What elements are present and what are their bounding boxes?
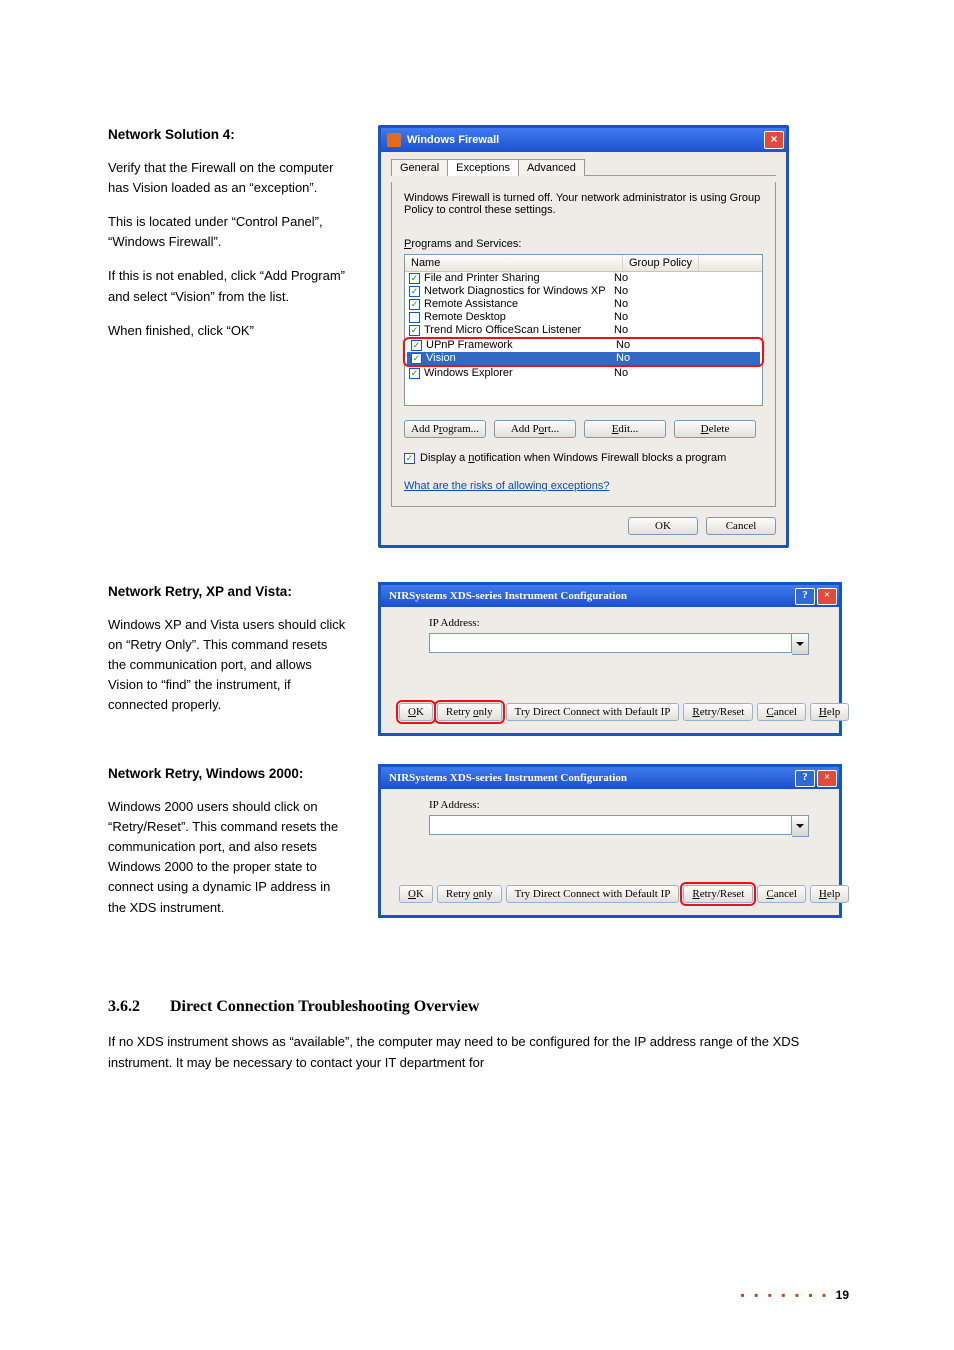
dialog-title: NIRSystems XDS-series Instrument Configu… bbox=[389, 590, 627, 602]
close-icon[interactable]: × bbox=[764, 131, 784, 149]
ip-address-input[interactable] bbox=[429, 815, 792, 835]
edit-button[interactable]: Edit... bbox=[584, 420, 666, 438]
checkbox-icon[interactable] bbox=[409, 312, 420, 323]
nir-config-dialog: NIRSystems XDS-series Instrument Configu… bbox=[378, 582, 842, 736]
para: When finished, click “OK” bbox=[108, 321, 348, 341]
risks-link[interactable]: What are the risks of allowing exception… bbox=[404, 480, 763, 492]
windows-firewall-dialog: Windows Firewall × General Exceptions Ad… bbox=[378, 125, 789, 548]
add-port-button[interactable]: Add Port... bbox=[494, 420, 576, 438]
checkbox-icon[interactable]: ✓ bbox=[409, 325, 420, 336]
retry-reset-button[interactable]: Retry/Reset bbox=[683, 885, 753, 903]
cancel-button[interactable]: Cancel bbox=[706, 517, 776, 535]
checkbox-icon[interactable]: ✓ bbox=[411, 353, 422, 364]
ip-label: IP Address: bbox=[429, 617, 821, 629]
para: Windows XP and Vista users should click … bbox=[108, 615, 348, 716]
close-icon[interactable]: × bbox=[817, 770, 837, 787]
heading-retry-xp: Network Retry, XP and Vista: bbox=[108, 582, 348, 603]
list-item[interactable]: ✓Remote AssistanceNo bbox=[405, 298, 762, 311]
list-label: Programs and Services: bbox=[404, 238, 763, 250]
col-group-policy[interactable]: Group Policy bbox=[623, 255, 699, 271]
list-item[interactable]: ✓File and Printer SharingNo bbox=[405, 272, 762, 285]
dialog-titlebar[interactable]: Windows Firewall × bbox=[381, 128, 786, 152]
para: Verify that the Firewall on the computer… bbox=[108, 158, 348, 198]
list-item[interactable]: ✓Network Diagnostics for Windows XPNo bbox=[405, 285, 762, 298]
col-name[interactable]: Name bbox=[405, 255, 623, 271]
close-icon[interactable]: × bbox=[817, 588, 837, 605]
retry-only-button[interactable]: Retry only bbox=[437, 703, 502, 721]
notify-label: Display a notification when Windows Fire… bbox=[420, 452, 726, 464]
heading-retry-2000: Network Retry, Windows 2000: bbox=[108, 764, 348, 785]
info-text: Windows Firewall is turned off. Your net… bbox=[404, 192, 763, 216]
checkbox-icon[interactable]: ✓ bbox=[409, 273, 420, 284]
help-button[interactable]: Help bbox=[810, 703, 849, 721]
checkbox-icon[interactable]: ✓ bbox=[409, 299, 420, 310]
ok-button[interactable]: OK bbox=[399, 703, 433, 721]
list-item[interactable]: ✓Trend Micro OfficeScan ListenerNo bbox=[405, 324, 762, 337]
page-number: ▪ ▪ ▪ ▪ ▪ ▪ ▪ 19 bbox=[741, 1288, 849, 1302]
dropdown-icon[interactable] bbox=[792, 815, 809, 837]
para: If no XDS instrument shows as “available… bbox=[108, 1032, 849, 1074]
add-program-button[interactable]: Add Program... bbox=[404, 420, 486, 438]
help-button[interactable]: Help bbox=[810, 885, 849, 903]
ok-button[interactable]: OK bbox=[628, 517, 698, 535]
direct-connect-button[interactable]: Try Direct Connect with Default IP bbox=[506, 703, 680, 721]
help-icon[interactable]: ? bbox=[795, 770, 815, 787]
tab-advanced[interactable]: Advanced bbox=[518, 159, 585, 176]
help-icon[interactable]: ? bbox=[795, 588, 815, 605]
cancel-button[interactable]: Cancel bbox=[757, 885, 806, 903]
dialog-title: NIRSystems XDS-series Instrument Configu… bbox=[389, 772, 627, 784]
dropdown-icon[interactable] bbox=[792, 633, 809, 655]
list-item[interactable]: Remote DesktopNo bbox=[405, 311, 762, 324]
delete-button[interactable]: Delete bbox=[674, 420, 756, 438]
firewall-icon bbox=[387, 133, 401, 147]
list-item-selected[interactable]: ✓VisionNo bbox=[407, 352, 760, 365]
para: If this is not enabled, click “Add Progr… bbox=[108, 266, 348, 306]
programs-list[interactable]: Name Group Policy ✓File and Printer Shar… bbox=[404, 254, 763, 406]
checkbox-icon[interactable]: ✓ bbox=[409, 286, 420, 297]
heading-net-sol-4: Network Solution 4: bbox=[108, 125, 348, 146]
retry-only-button[interactable]: Retry only bbox=[437, 885, 502, 903]
highlight-annotation: ✓UPnP FrameworkNo ✓VisionNo bbox=[403, 337, 764, 367]
tab-exceptions[interactable]: Exceptions bbox=[447, 159, 519, 176]
para: This is located under “Control Panel”, “… bbox=[108, 212, 348, 252]
retry-reset-button[interactable]: Retry/Reset bbox=[683, 703, 753, 721]
ip-label: IP Address: bbox=[429, 799, 821, 811]
nir-config-dialog: NIRSystems XDS-series Instrument Configu… bbox=[378, 764, 842, 918]
list-item[interactable]: ✓UPnP FrameworkNo bbox=[407, 339, 760, 352]
tab-general[interactable]: General bbox=[391, 159, 448, 176]
checkbox-icon[interactable]: ✓ bbox=[411, 340, 422, 351]
list-item[interactable]: ✓Windows ExplorerNo bbox=[405, 367, 762, 380]
ok-button[interactable]: OK bbox=[399, 885, 433, 903]
cancel-button[interactable]: Cancel bbox=[757, 703, 806, 721]
checkbox-icon[interactable]: ✓ bbox=[404, 453, 415, 464]
section-heading: 3.6.2Direct Connection Troubleshooting O… bbox=[108, 994, 849, 1020]
direct-connect-button[interactable]: Try Direct Connect with Default IP bbox=[506, 885, 680, 903]
dialog-titlebar[interactable]: NIRSystems XDS-series Instrument Configu… bbox=[381, 767, 839, 789]
dialog-title: Windows Firewall bbox=[407, 134, 499, 146]
dialog-titlebar[interactable]: NIRSystems XDS-series Instrument Configu… bbox=[381, 585, 839, 607]
ip-address-input[interactable] bbox=[429, 633, 792, 653]
para: Windows 2000 users should click on “Retr… bbox=[108, 797, 348, 918]
checkbox-icon[interactable]: ✓ bbox=[409, 368, 420, 379]
